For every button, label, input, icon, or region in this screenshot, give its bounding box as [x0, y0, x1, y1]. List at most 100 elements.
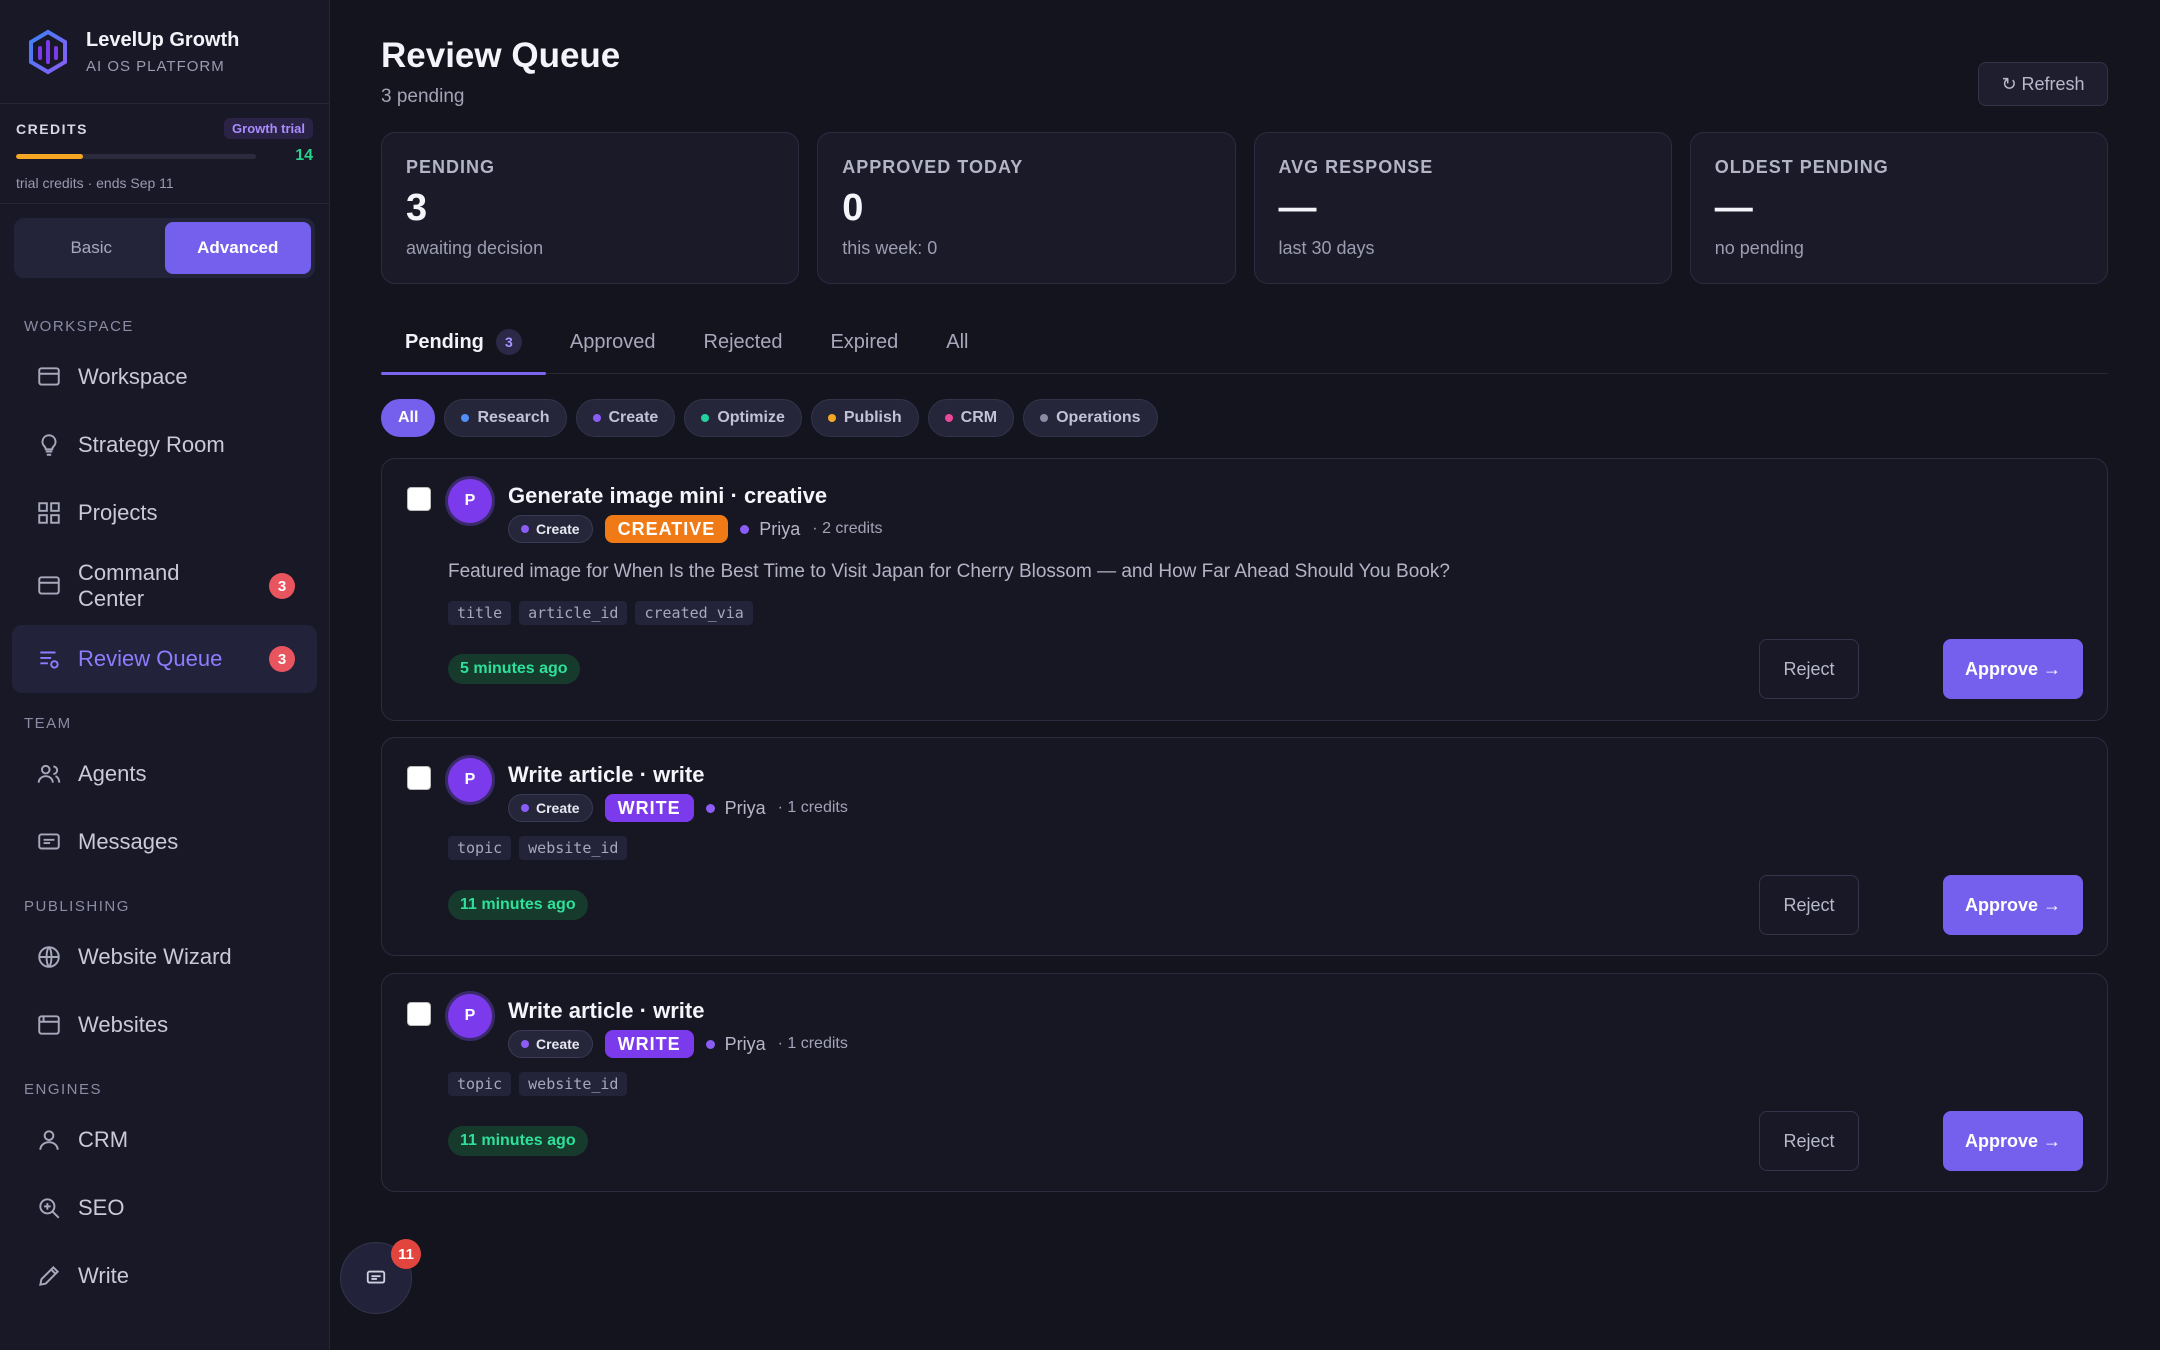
filter-chip-operations[interactable]: Operations: [1023, 399, 1158, 437]
sidebar-item-label: Write: [78, 1263, 129, 1288]
reject-button[interactable]: Reject: [1759, 1111, 1859, 1171]
monitor-icon: [36, 364, 62, 390]
browser-icon: [36, 1012, 62, 1038]
filter-chip-research[interactable]: Research: [444, 399, 567, 437]
type-badge: WRITE: [604, 1030, 694, 1058]
agent-dot-icon: [705, 803, 715, 813]
stat-value: 3: [406, 187, 428, 229]
card-title: Write article · write: [508, 762, 705, 787]
reject-button[interactable]: Reject: [1759, 875, 1859, 935]
sidebar-item-crm[interactable]: CRM: [12, 1106, 317, 1174]
category-chip: Create: [508, 794, 593, 822]
tab-label: Pending: [405, 330, 484, 353]
tab-all[interactable]: All: [922, 310, 992, 374]
filter-chip-create[interactable]: Create: [575, 399, 676, 437]
grid-icon: [36, 500, 62, 526]
agent-label: Priya: [724, 1033, 766, 1054]
sidebar: LevelUp Growth AI OS PLATFORM CREDITS Gr…: [0, 0, 330, 1350]
tab-pending[interactable]: Pending 3: [381, 310, 546, 375]
brand[interactable]: LevelUp Growth AI OS PLATFORM: [0, 0, 329, 104]
sidebar-item-review-queue[interactable]: Review Queue 3: [12, 625, 317, 693]
stat-card-approved-today: APPROVED TODAY 0 this week: 0: [817, 132, 1236, 284]
sidebar-item-label: Websites: [78, 1012, 169, 1037]
card-meta: Create WRITE Priya · 1 credits: [508, 794, 848, 822]
app-root: LevelUp Growth AI OS PLATFORM CREDITS Gr…: [0, 0, 2160, 1350]
category-dot-icon: [521, 1040, 529, 1048]
select-checkbox[interactable]: [407, 487, 431, 511]
sidebar-item-agents[interactable]: Agents: [12, 740, 317, 808]
sidebar-item-website-wizard[interactable]: Website Wizard: [12, 923, 317, 991]
sidebar-item-label: Projects: [78, 500, 158, 525]
reject-button[interactable]: Reject: [1759, 639, 1859, 699]
param-tag: title: [448, 601, 512, 625]
credit-cost: · 2 credits: [812, 520, 883, 537]
credits-label: CREDITS: [16, 120, 88, 137]
status-tabs: Pending 3 Approved Rejected Expired All: [381, 310, 2108, 375]
tab-rejected[interactable]: Rejected: [680, 310, 807, 374]
param-list: topic website_id: [448, 1072, 628, 1096]
mode-basic-button[interactable]: Basic: [18, 222, 165, 274]
sidebar-item-messages[interactable]: Messages: [12, 808, 317, 876]
approve-button[interactable]: Approve →: [1943, 875, 2083, 935]
filter-chip-optimize[interactable]: Optimize: [684, 399, 802, 437]
sidebar-item-strategy-room[interactable]: Strategy Room: [12, 411, 317, 479]
param-tag: website_id: [519, 836, 628, 860]
sidebar-item-projects[interactable]: Projects: [12, 479, 317, 547]
select-checkbox[interactable]: [407, 1002, 431, 1026]
stat-card-oldest-pending: OLDEST PENDING — no pending: [1689, 132, 2108, 284]
section-label-team: TEAM: [24, 715, 72, 732]
window-icon: [36, 573, 62, 599]
credits-count: 14: [295, 147, 313, 164]
category-label: Create: [536, 800, 580, 816]
credit-cost: · 1 credits: [777, 1035, 848, 1052]
sidebar-item-seo[interactable]: SEO: [12, 1174, 317, 1242]
filter-chip-crm[interactable]: CRM: [927, 399, 1015, 437]
category-filters: All Research Create Optimize Publish CRM: [381, 399, 1158, 437]
agent-dot-icon: [740, 524, 750, 534]
filter-chip-publish[interactable]: Publish: [810, 399, 919, 437]
chat-fab-button[interactable]: 11: [340, 1239, 421, 1314]
card-title: Write article · write: [508, 998, 705, 1023]
stat-value: —: [1714, 187, 1753, 229]
filter-chip-label: Operations: [1056, 409, 1141, 426]
mode-advanced-button[interactable]: Advanced: [164, 222, 311, 274]
param-tag: website_id: [519, 1072, 628, 1096]
approve-button[interactable]: Approve →: [1943, 1111, 2083, 1171]
chat-badge: 11: [391, 1239, 421, 1269]
page-title: Review Queue: [381, 36, 621, 75]
agent-name: Priya: [705, 798, 766, 819]
tab-approved[interactable]: Approved: [546, 310, 680, 374]
users-icon: [36, 761, 62, 787]
tab-count-badge: 3: [495, 329, 522, 355]
review-card: P Write article · write Create WRITE Pri…: [381, 973, 2108, 1192]
filter-chip-all[interactable]: All: [381, 399, 436, 437]
sidebar-item-command-center[interactable]: Command Center 3: [12, 547, 317, 625]
filter-chip-label: CRM: [960, 409, 998, 426]
sidebar-item-websites[interactable]: Websites: [12, 991, 317, 1059]
credits-progress-fill: [16, 153, 84, 159]
card-meta: Create WRITE Priya · 1 credits: [508, 1030, 848, 1058]
sidebar-item-label: Command Center: [78, 560, 180, 611]
filter-chip-label: Create: [608, 409, 659, 426]
brand-subtitle: AI OS PLATFORM: [86, 57, 225, 75]
stat-note: this week: 0: [842, 238, 938, 258]
refresh-button[interactable]: ↻ Refresh: [1978, 62, 2108, 106]
approve-button[interactable]: Approve →: [1943, 639, 2083, 699]
sidebar-item-write[interactable]: Write: [12, 1242, 317, 1310]
lightbulb-icon: [36, 432, 62, 458]
card-description: Featured image for When Is the Best Time…: [448, 561, 1450, 582]
globe-icon: [36, 944, 62, 970]
tab-expired[interactable]: Expired: [806, 310, 922, 374]
sidebar-item-workspace[interactable]: Workspace: [12, 343, 317, 411]
sidebar-item-label: Agents: [78, 761, 147, 786]
brand-logo-icon: [29, 29, 67, 74]
sidebar-item-label: SEO: [78, 1195, 125, 1220]
section-label-workspace: WORKSPACE: [24, 318, 134, 335]
select-checkbox[interactable]: [407, 766, 431, 790]
filter-chip-label: Research: [477, 409, 550, 426]
plan-badge: Growth trial: [224, 118, 313, 139]
pencil-icon: [36, 1263, 62, 1289]
filter-chip-label: Publish: [843, 409, 902, 426]
category-dot-icon: [521, 804, 529, 812]
research-dot-icon: [461, 414, 470, 422]
